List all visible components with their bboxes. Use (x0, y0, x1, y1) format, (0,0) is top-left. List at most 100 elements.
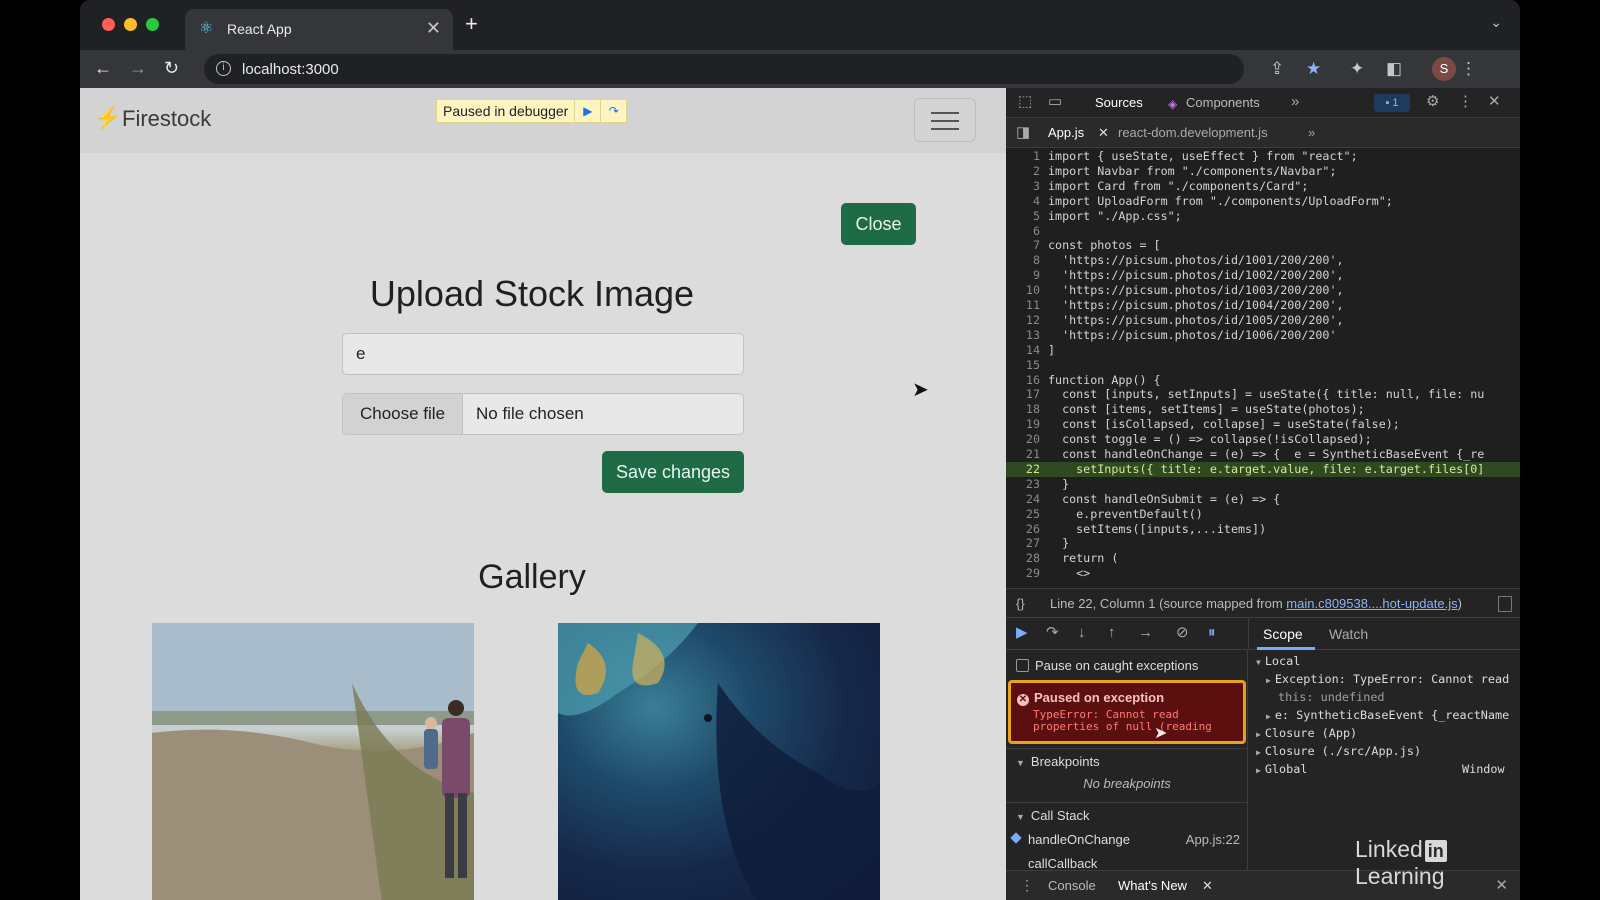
line-number[interactable]: 25 (1006, 507, 1048, 522)
step-out-icon[interactable]: ↑ (1108, 625, 1116, 641)
address-bar[interactable]: i localhost:3000 (204, 54, 1244, 84)
line-number[interactable]: 16 (1006, 373, 1048, 388)
file-input[interactable]: Choose file No file chosen (342, 393, 744, 435)
code-line[interactable]: 23 } (1006, 477, 1520, 492)
tab-watch[interactable]: Watch (1329, 626, 1368, 642)
pretty-print-icon[interactable]: {} (1016, 596, 1025, 611)
close-drawer-tab-icon[interactable]: ✕ (1202, 878, 1213, 894)
code-line[interactable]: 22 setInputs({ title: e.target.value, fi… (1006, 461, 1520, 477)
step-icon[interactable]: → (1138, 625, 1153, 641)
gallery-photo-beach[interactable] (152, 623, 474, 900)
code-line[interactable]: 15 (1006, 358, 1520, 373)
resume-icon[interactable]: ▶ (1016, 625, 1028, 641)
minimize-window-button[interactable] (124, 18, 137, 31)
code-line[interactable]: 27 } (1006, 536, 1520, 551)
line-number[interactable]: 17 (1006, 387, 1048, 402)
choose-file-button[interactable]: Choose file (343, 394, 463, 434)
bookmark-star-icon[interactable]: ★ (1306, 58, 1321, 80)
line-number[interactable]: 15 (1006, 358, 1048, 373)
line-number[interactable]: 5 (1006, 209, 1048, 224)
breakpoints-section-header[interactable]: ▼ Breakpoints (1006, 748, 1248, 774)
scope-global[interactable]: ▶ Global Window (1256, 760, 1520, 778)
profile-avatar[interactable]: S (1432, 57, 1456, 81)
more-tabs-chevron-icon[interactable]: » (1291, 94, 1299, 110)
tab-scope[interactable]: Scope (1263, 626, 1303, 642)
code-line[interactable]: 8 'https://picsum.photos/id/1001/200/200… (1006, 253, 1520, 268)
close-file-tab-icon[interactable]: ✕ (1098, 125, 1109, 141)
pause-on-exceptions-icon[interactable]: ⏸ (1208, 625, 1216, 641)
step-over-icon[interactable]: ↷ (600, 100, 626, 122)
step-over-icon[interactable]: ↷ (1046, 625, 1059, 641)
code-line[interactable]: 12 'https://picsum.photos/id/1005/200/20… (1006, 313, 1520, 328)
more-files-chevron-icon[interactable]: » (1308, 125, 1315, 140)
inspect-element-icon[interactable]: ⬚ (1018, 94, 1032, 110)
line-number[interactable]: 2 (1006, 164, 1048, 179)
close-window-button[interactable] (102, 18, 115, 31)
tab-close-icon[interactable]: ✕ (426, 18, 441, 38)
code-line[interactable]: 28 return ( (1006, 551, 1520, 566)
scope-closure-app[interactable]: ▶ Closure (App) (1256, 724, 1520, 742)
device-toolbar-icon[interactable]: ▭ (1048, 94, 1062, 110)
code-line[interactable]: 25 e.preventDefault() (1006, 507, 1520, 522)
new-tab-button[interactable]: + (465, 13, 478, 35)
brand-name[interactable]: Firestock (122, 106, 211, 132)
browser-tab[interactable]: ⚛ React App ✕ (185, 9, 453, 50)
line-number[interactable]: 4 (1006, 194, 1048, 209)
close-button[interactable]: Close (841, 203, 916, 245)
reload-icon[interactable]: ↻ (164, 57, 179, 79)
issues-badge[interactable]: ▪ 1 (1374, 94, 1410, 112)
devtools-menu-icon[interactable]: ⋮ (1458, 94, 1473, 110)
line-number[interactable]: 18 (1006, 402, 1048, 417)
code-line[interactable]: 1 import { useState, useEffect } from "re… (1006, 149, 1520, 164)
deactivate-breakpoints-icon[interactable]: ⊘ (1176, 625, 1189, 641)
scope-local[interactable]: ▼ Local (1256, 652, 1520, 670)
line-number[interactable]: 11 (1006, 298, 1048, 313)
forward-arrow-icon[interactable]: → (129, 57, 147, 79)
line-number[interactable]: 19 (1006, 417, 1048, 432)
call-stack-frame[interactable]: handleOnChange App.js:22 (1006, 828, 1248, 852)
frame-location[interactable]: App.js:22 (1186, 832, 1240, 847)
code-line[interactable]: 20 const toggle = () => collapse(!isColl… (1006, 432, 1520, 447)
navigator-toggle-icon[interactable]: ◨ (1016, 125, 1030, 141)
line-number[interactable]: 28 (1006, 551, 1048, 566)
line-number[interactable]: 7 (1006, 238, 1048, 253)
code-line[interactable]: 2 import Navbar from "./components/Navbar… (1006, 164, 1520, 179)
step-into-icon[interactable]: ↓ (1078, 625, 1086, 641)
code-line[interactable]: 19 const [isCollapsed, collapse] = useSt… (1006, 417, 1520, 432)
line-number[interactable]: 10 (1006, 283, 1048, 298)
source-map-link[interactable]: main.c809538....hot-update.js (1286, 596, 1457, 611)
line-number[interactable]: 29 (1006, 566, 1048, 581)
code-line[interactable]: 14] (1006, 343, 1520, 358)
code-line[interactable]: 5 import "./App.css"; (1006, 209, 1520, 224)
tab-components[interactable]: Components (1186, 95, 1260, 110)
line-number[interactable]: 8 (1006, 253, 1048, 268)
line-number[interactable]: 23 (1006, 477, 1048, 492)
line-number[interactable]: 3 (1006, 179, 1048, 194)
line-number[interactable]: 14 (1006, 343, 1048, 358)
code-line[interactable]: 3 import Card from "./components/Card"; (1006, 179, 1520, 194)
site-info-icon[interactable]: i (216, 61, 231, 76)
code-line[interactable]: 11 'https://picsum.photos/id/1004/200/20… (1006, 298, 1520, 313)
file-tab-app-js[interactable]: App.js (1048, 125, 1084, 140)
code-line[interactable]: 6 (1006, 224, 1520, 239)
code-line[interactable]: 4 import UploadForm from "./components/Up… (1006, 194, 1520, 209)
code-line[interactable]: 7 const photos = [ (1006, 238, 1520, 253)
scope-exception[interactable]: ▶ Exception: TypeError: Cannot read (1266, 670, 1520, 688)
resume-icon[interactable]: ▶ (574, 100, 600, 122)
maximize-window-button[interactable] (146, 18, 159, 31)
close-devtools-icon[interactable]: ✕ (1488, 94, 1501, 110)
tab-sources[interactable]: Sources (1095, 95, 1143, 110)
tab-whats-new[interactable]: What's New (1118, 878, 1187, 893)
side-panel-icon[interactable]: ◧ (1386, 58, 1402, 80)
line-number[interactable]: 27 (1006, 536, 1048, 551)
code-line[interactable]: 13 'https://picsum.photos/id/1006/200/20… (1006, 328, 1520, 343)
coverage-toggle-icon[interactable] (1498, 596, 1512, 612)
line-number[interactable]: 9 (1006, 268, 1048, 283)
settings-gear-icon[interactable]: ⚙ (1426, 94, 1439, 110)
code-editor[interactable]: 1 import { useState, useEffect } from "re… (1006, 148, 1520, 588)
file-tab-react-dom[interactable]: react-dom.development.js (1118, 125, 1268, 140)
back-arrow-icon[interactable]: ← (94, 57, 112, 79)
line-number[interactable]: 22 (1006, 462, 1048, 477)
code-line[interactable]: 10 'https://picsum.photos/id/1003/200/20… (1006, 283, 1520, 298)
gallery-photo-ocean[interactable] (558, 623, 880, 900)
